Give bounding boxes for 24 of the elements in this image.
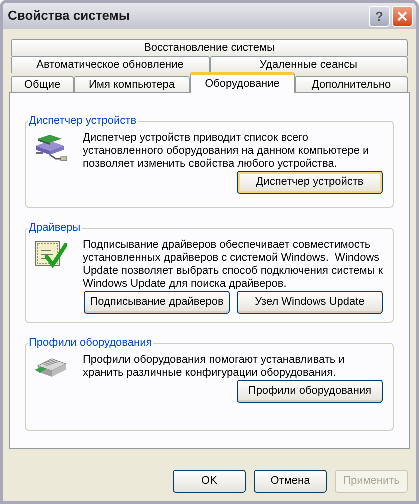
action-button[interactable]: Профили оборудования: [237, 380, 383, 402]
group-title: Драйверы: [28, 221, 82, 236]
action-button[interactable]: Узел Windows Update: [237, 290, 383, 314]
tab[interactable]: Восстановление системы: [11, 39, 408, 56]
tab[interactable]: Удаленные сеансы: [210, 56, 408, 73]
tab[interactable]: Дополнительно: [295, 76, 408, 93]
tab[interactable]: Имя компьютера: [74, 76, 190, 93]
dialog-button[interactable]: Отмена: [254, 470, 327, 493]
window-title: Свойства системы: [7, 7, 131, 26]
certificate-check-icon: [35, 238, 67, 268]
group-title: Профили оборудования: [28, 336, 154, 351]
tab[interactable]: Общие: [11, 76, 74, 93]
tab[interactable]: Оборудование: [190, 72, 295, 93]
group-description: Диспетчер устройств приводит список всего установленного оборудования на данном компьютере и позволяет изменить свойства любого устройства.: [83, 132, 370, 170]
close-button[interactable]: [392, 6, 413, 26]
tab[interactable]: Автоматическое обновление: [11, 56, 210, 73]
dialog-button[interactable]: OK: [173, 470, 246, 493]
group-description: Профили оборудования помогают устанавливать и хранить различные конфигурации оборудования.: [83, 354, 346, 380]
group-description: Подписывание драйверов обеспечивает совместимость установленных драйверов с системой Windows. Windows Update позволяет выбрать способ подключения системы к Windows Update для поиска драйверов.: [83, 238, 384, 290]
help-button[interactable]: ?: [369, 6, 390, 26]
action-button[interactable]: Диспетчер устройств: [237, 170, 383, 194]
action-button[interactable]: Подписывание драйверов: [84, 290, 230, 314]
group-title: Диспетчер устройств: [28, 114, 138, 129]
close-icon: [397, 10, 408, 22]
